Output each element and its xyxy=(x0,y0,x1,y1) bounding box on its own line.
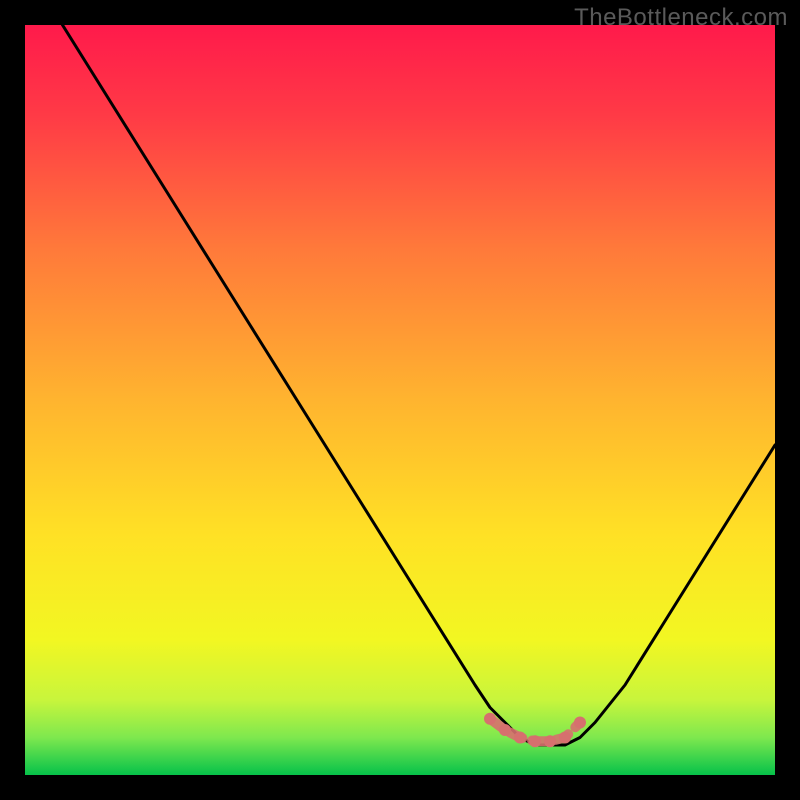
highlight-dot xyxy=(484,713,496,725)
highlight-dot xyxy=(514,732,526,744)
highlight-dot xyxy=(544,735,556,747)
chart-frame: TheBottleneck.com xyxy=(0,0,800,800)
highlight-dot xyxy=(574,717,586,729)
watermark-text: TheBottleneck.com xyxy=(574,4,788,32)
highlight-dot xyxy=(559,732,571,744)
gradient-background xyxy=(25,25,775,775)
highlight-dot xyxy=(499,724,511,736)
bottleneck-chart xyxy=(25,25,775,775)
highlight-dot xyxy=(529,735,541,747)
